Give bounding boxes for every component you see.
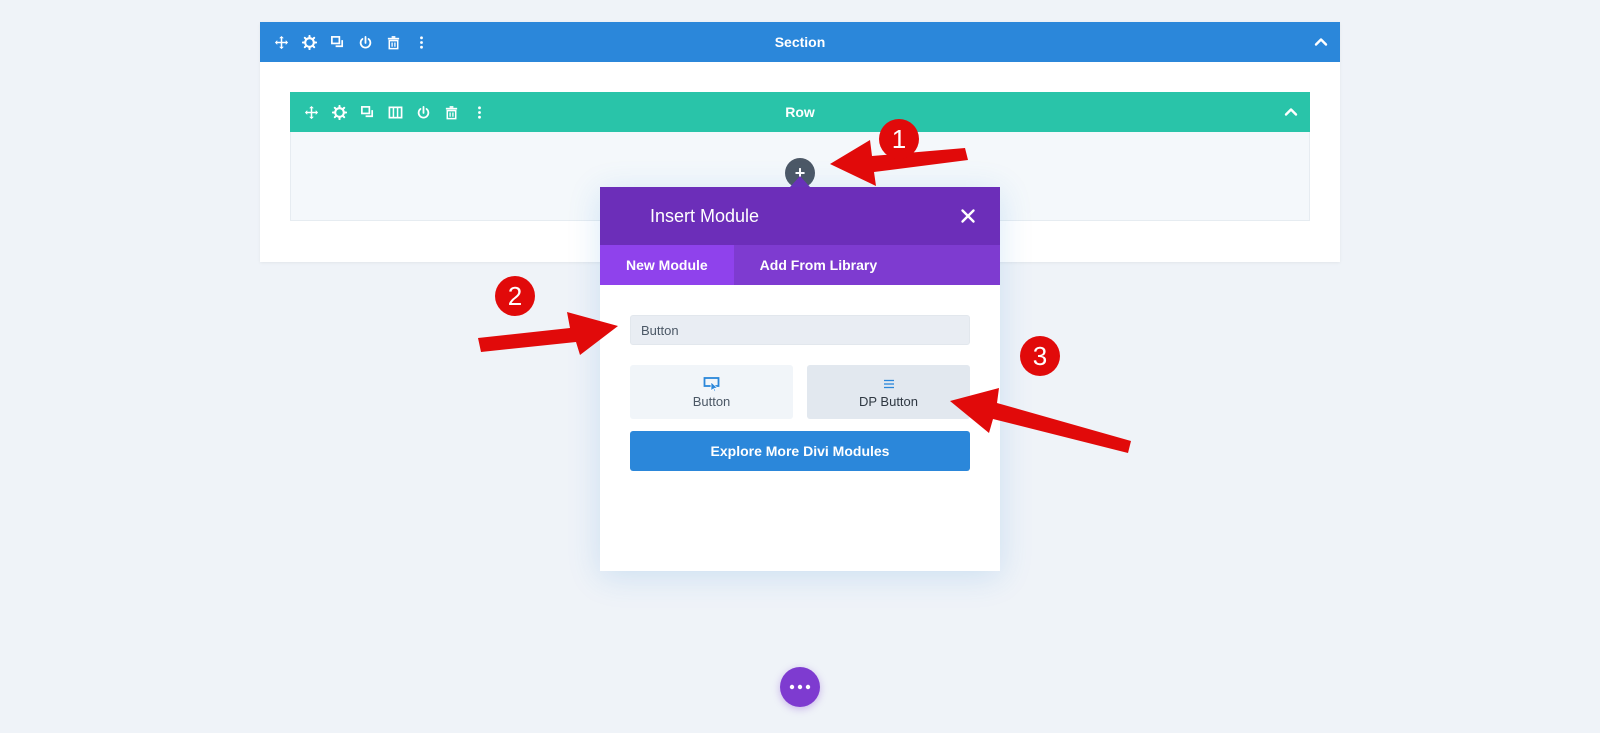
annotation-arrow-3 <box>950 388 1131 453</box>
annotation-marker-3: 3 <box>1020 336 1060 376</box>
annotation-arrows <box>478 140 1131 453</box>
more-horizontal-icon <box>789 684 811 690</box>
more-options-button[interactable] <box>780 667 820 707</box>
annotation-marker-1: 1 <box>879 119 919 159</box>
annotation-arrow-2 <box>478 312 618 355</box>
annotation-marker-2: 2 <box>495 276 535 316</box>
